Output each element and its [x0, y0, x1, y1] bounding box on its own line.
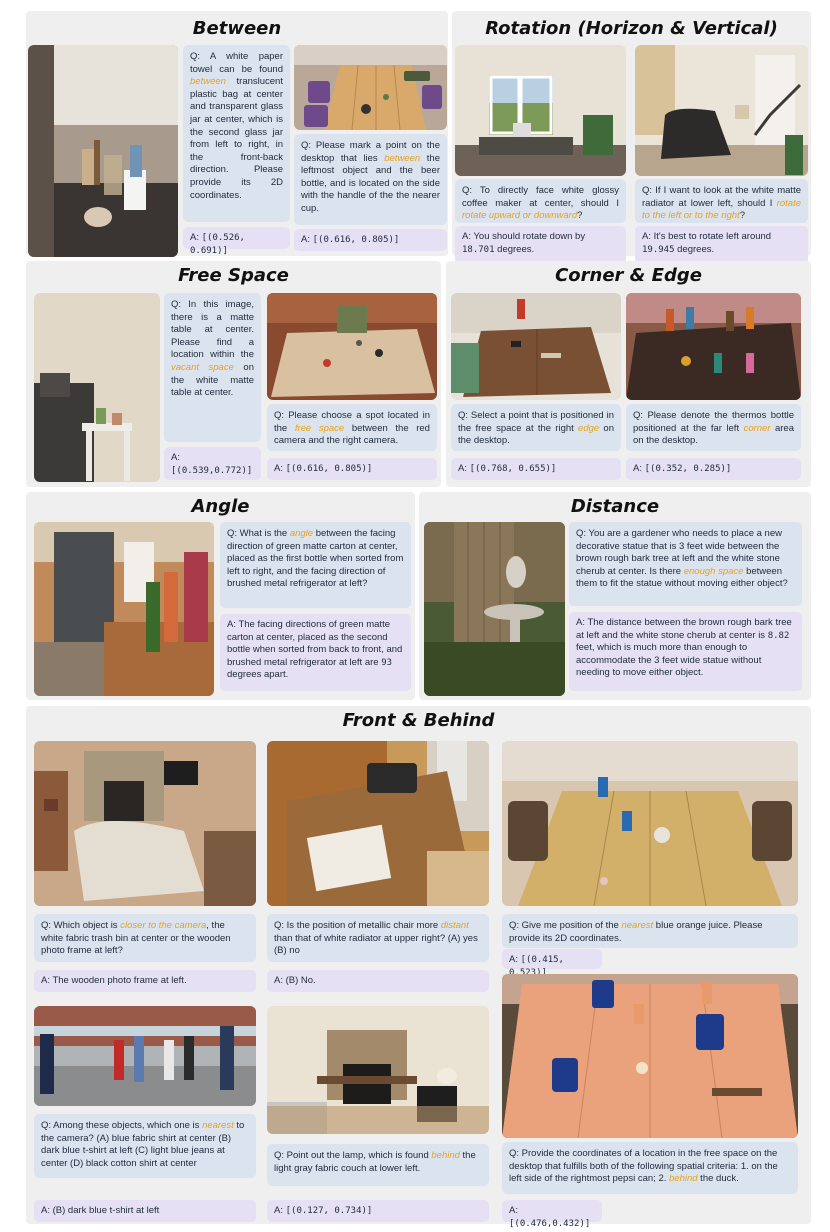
panel-corner-edge: Corner & Edge Q: Select a point that is …: [446, 261, 811, 487]
question-box: Q: Select a point that is positioned in …: [451, 404, 621, 451]
answer-box: A: [(0.539,0.772)]: [164, 447, 261, 480]
section-title: Free Space: [178, 265, 289, 286]
question-box: Q: What is the angle between the facing …: [220, 522, 411, 608]
question-box: Q: Please mark a point on the desktop th…: [294, 134, 447, 225]
question-box: Q: Provide the coordinates of a location…: [502, 1142, 798, 1194]
question-box: Q: In this image, there is a matte table…: [164, 293, 261, 442]
fireplace-room-photo: [34, 741, 256, 906]
answer-box: A: [(0.476,0.432)]: [502, 1200, 602, 1229]
answer-box: A: The facing directions of green matte …: [220, 614, 411, 691]
question-box: Q: To directly face white glossy coffee …: [455, 179, 626, 223]
answer-box: A: It's best to rotate left around 19.94…: [635, 226, 808, 264]
panel-distance: Distance Q: You are a gardener who needs…: [419, 492, 811, 700]
panel-front-behind: Front & Behind Q: Which object is closer…: [26, 706, 811, 1229]
garden-statue-photo: [424, 522, 565, 696]
answer-box: A: [(0.616, 0.805)]: [267, 458, 437, 480]
question-box: Q: Point out the lamp, which is found be…: [267, 1144, 489, 1186]
answer-box: A: The wooden photo frame at left.: [34, 970, 256, 992]
kitchen-bottles-photo: [34, 522, 214, 696]
living-room-photo: [635, 45, 808, 176]
armchair-photo: [34, 293, 160, 482]
panel-rotation: Rotation (Horizon & Vertical) Q: To dire…: [452, 11, 811, 264]
answer-box: A: The distance between the brown rough …: [569, 612, 802, 691]
question-box: Q: You are a gardener who needs to place…: [569, 522, 802, 606]
table-topdown-photo: [294, 45, 447, 130]
question-box: Q: Which object is closer to the camera,…: [34, 914, 256, 962]
answer-box: A: [(0.352, 0.285)]: [626, 458, 801, 480]
section-title: Distance: [570, 496, 660, 517]
wooden-table-topdown-photo: [502, 741, 798, 906]
question-box: Q: Please denote the thermos bottle posi…: [626, 404, 801, 451]
answer-box: A: [(0.616, 0.805)]: [294, 229, 447, 251]
panel-free-space: Free Space Q: In this image, there is a …: [26, 261, 441, 487]
answer-box: A: [(0.415, 0.523)]: [502, 949, 602, 978]
answer-box: A: You should rotate down by 18.701 degr…: [455, 226, 626, 264]
panel-between: Between Q: A white paper towel can be fo…: [26, 11, 448, 257]
question-box: Q: Is the position of metallic chair mor…: [267, 914, 489, 962]
answer-box: A: [(0.526, 0.691)]: [183, 227, 290, 256]
panel-angle: Angle Q: What is the angle between the f…: [26, 492, 415, 700]
question-box: Q: If I want to look at the white matte …: [635, 179, 808, 223]
section-title: Rotation (Horizon & Vertical): [485, 18, 778, 39]
section-title: Angle: [191, 496, 250, 517]
window-room-photo: [455, 45, 626, 176]
answer-box: A: (B) dark blue t-shirt at left: [34, 1200, 256, 1222]
question-box: Q: Please choose a spot located in the f…: [267, 404, 437, 451]
marble-table-photo: [267, 293, 437, 400]
section-title: Between: [192, 18, 282, 39]
answer-box: A: [(0.768, 0.655)]: [451, 458, 621, 480]
desk-edge-photo: [451, 293, 621, 400]
question-box: Q: Among these objects, which one is nea…: [34, 1114, 256, 1178]
stone-fireplace-photo: [267, 1006, 489, 1134]
question-box: Q: A white paper towel can be found betw…: [183, 45, 290, 222]
section-title: Corner & Edge: [555, 265, 702, 286]
bottles-table-photo: [626, 293, 801, 400]
kitchen-counter-photo: [28, 45, 178, 257]
pepsi-table-photo: [502, 974, 798, 1138]
section-title: Front & Behind: [342, 710, 495, 731]
answer-box: A: (B) No.: [267, 970, 489, 992]
street-crowd-photo: [34, 1006, 256, 1106]
grill-counter-photo: [267, 741, 489, 906]
answer-box: A: [(0.127, 0.734)]: [267, 1200, 489, 1222]
question-box: Q: Give me position of the nearest blue …: [502, 914, 798, 948]
